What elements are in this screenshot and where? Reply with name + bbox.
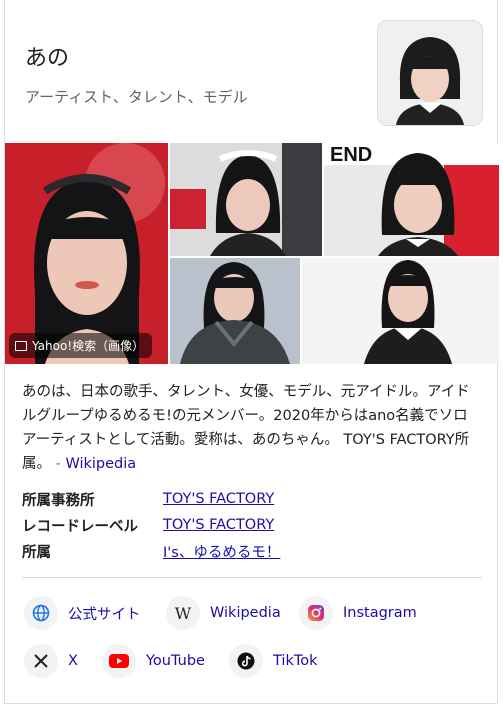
fact-key: 所属事務所	[22, 492, 95, 509]
link-label: Instagram	[343, 605, 417, 621]
svg-text:END: END	[330, 144, 372, 166]
link-label: 公式サイト	[68, 606, 141, 623]
globe-icon	[24, 596, 58, 630]
image-gallery: Yahoo!検索（画像） END	[5, 143, 499, 364]
fact-key: 所属	[22, 544, 51, 561]
entity-subtitle: アーティスト、タレント、モデル	[25, 88, 248, 106]
knowledge-panel: あの アーティスト、タレント、モデル Yahoo!検索（画像） END あのは、…	[4, 0, 499, 704]
wikipedia-source-link[interactable]: Wikipedia	[65, 456, 136, 472]
link-official-site[interactable]: 公式サイト	[24, 595, 141, 631]
link-wikipedia[interactable]: W Wikipedia	[166, 595, 281, 631]
link-label: YouTube	[146, 653, 205, 669]
link-x[interactable]: X	[24, 643, 78, 679]
gallery-image-2[interactable]	[170, 143, 322, 256]
fact-value-link[interactable]: I's、ゆるめるモ！	[163, 541, 280, 562]
link-label: X	[68, 653, 78, 669]
instagram-icon	[299, 596, 333, 630]
fact-key: レコードレーベル	[22, 518, 138, 535]
link-label: Wikipedia	[210, 605, 281, 621]
fact-row: レコードレーベル TOY'S FACTORY	[22, 512, 482, 538]
link-label: TikTok	[273, 653, 318, 669]
image-source-badge[interactable]: Yahoo!検索（画像）	[9, 333, 153, 358]
fact-row: 所属事務所 TOY'S FACTORY	[22, 486, 482, 512]
fact-value-link[interactable]: TOY'S FACTORY	[163, 517, 274, 533]
link-youtube[interactable]: YouTube	[102, 643, 205, 679]
wikipedia-icon: W	[166, 596, 200, 630]
gallery-image-main[interactable]: Yahoo!検索（画像）	[5, 143, 168, 364]
entity-title: あの	[25, 46, 70, 71]
x-icon	[24, 644, 58, 678]
entity-thumbnail[interactable]	[377, 20, 483, 126]
fact-row: 所属 I's、ゆるめるモ！	[22, 538, 482, 564]
source-separator: -	[55, 456, 61, 472]
gallery-image-4[interactable]	[170, 258, 300, 364]
gallery-image-5[interactable]	[302, 258, 499, 364]
fact-value-link[interactable]: TOY'S FACTORY	[163, 491, 274, 507]
youtube-icon	[102, 644, 136, 678]
gallery-image-3[interactable]: END	[324, 143, 499, 256]
facts-list: 所属事務所 TOY'S FACTORY レコードレーベル TOY'S FACTO…	[22, 486, 482, 564]
image-source-label: Yahoo!検索（画像）	[32, 339, 145, 353]
section-divider	[22, 577, 482, 578]
link-instagram[interactable]: Instagram	[299, 595, 417, 631]
tiktok-icon	[229, 644, 263, 678]
link-tiktok[interactable]: TikTok	[229, 643, 318, 679]
entity-description: あのは、日本の歌手、タレント、女優、モデル、元アイドル。アイドルグループゆるめる…	[22, 380, 482, 476]
image-icon	[15, 340, 27, 351]
